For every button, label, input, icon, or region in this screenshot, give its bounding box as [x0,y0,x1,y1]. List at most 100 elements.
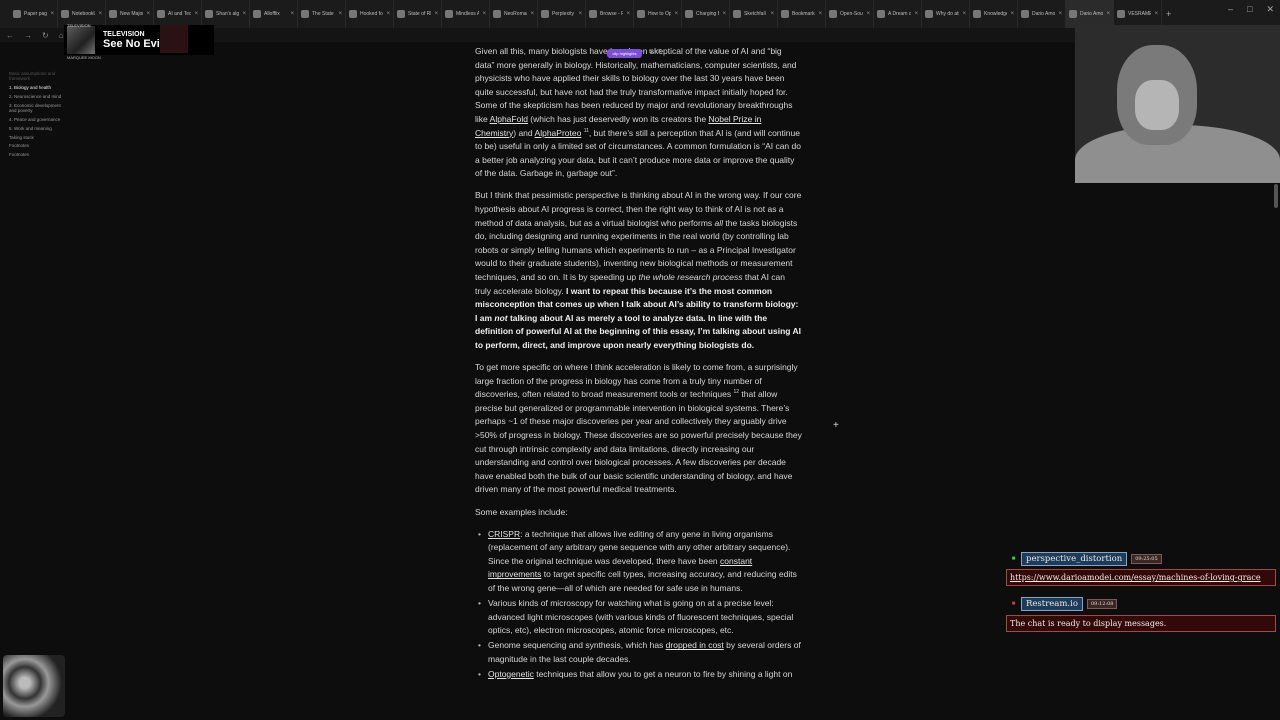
paragraph: Given all this, many biologists have lon… [475,45,803,181]
toc-item[interactable]: Basic assumptions and framework [9,71,69,82]
tab-close-icon[interactable]: × [50,11,54,17]
tab-close-icon[interactable]: × [1058,11,1062,17]
browser-tab[interactable]: A Dream of S× [874,0,922,28]
tab-favicon-icon [13,10,21,18]
tab-label: Hooked for al [360,11,383,17]
tab-favicon-icon [781,10,789,18]
browser-tab[interactable]: Knowledge G× [970,0,1018,28]
tab-label: How to Opti [648,11,672,17]
forward-icon[interactable]: → [24,31,32,40]
chat-username: perspective_distortion [1021,552,1128,566]
browser-tab[interactable]: Charging Bui× [682,0,730,28]
tab-close-icon[interactable]: × [530,11,534,17]
browser-tab[interactable]: Paper page -× [10,0,58,28]
browser-tab[interactable]: Bookmarks × [778,0,826,28]
browser-tab[interactable]: Mindless AI × [442,0,490,28]
tab-favicon-icon [253,10,261,18]
tab-close-icon[interactable]: × [194,11,198,17]
browser-tab[interactable]: How to Opti× [634,0,682,28]
tab-close-icon[interactable]: × [578,11,582,17]
browser-tab[interactable]: Dario Amodei× [1066,0,1114,28]
home-icon[interactable]: ⌂ [59,31,64,40]
tab-close-icon[interactable]: × [818,11,822,17]
text-run: ) and [513,127,535,138]
browser-tab[interactable]: New Major Tr× [106,0,154,28]
tab-label: Paper page - [24,11,48,17]
tab-close-icon[interactable]: × [386,11,390,17]
browser-tab[interactable]: Open-Source× [826,0,874,28]
tab-close-icon[interactable]: × [770,11,774,17]
browser-tab[interactable]: State of RL fo× [394,0,442,28]
toc-item[interactable]: Footnotes [9,143,69,149]
tab-close-icon[interactable]: × [722,11,726,17]
browser-tab[interactable]: VESRAME A× [1114,0,1162,28]
toc-item[interactable]: 2. Neuroscience and mind [9,94,69,100]
tab-favicon-icon [1069,10,1077,18]
toc-item[interactable]: Taking stock [9,135,69,141]
close-window-icon[interactable]: ✕ [1266,4,1274,15]
page-scrollbar[interactable] [1274,184,1278,208]
chat-username: Restream.io [1021,597,1083,611]
tab-label: Open-Source [840,11,863,17]
browser-tab[interactable]: AI and Techn× [154,0,202,28]
tab-favicon-icon [925,10,933,18]
tab-close-icon[interactable]: × [146,11,150,17]
tab-favicon-icon [877,10,885,18]
tab-label: NotebookLM [72,11,96,17]
toc-item[interactable]: Footnotes [9,152,69,158]
clip-highlight-button[interactable]: clip highlights [607,49,642,58]
tab-close-icon[interactable]: × [242,11,246,17]
link-alphaproteo[interactable]: AlphaProteo [535,128,582,138]
tab-close-icon[interactable]: × [482,11,486,17]
tab-close-icon[interactable]: × [290,11,294,17]
tab-close-icon[interactable]: × [866,11,870,17]
reload-icon[interactable]: ↻ [42,31,49,40]
paragraph: To get more specific on where I think ac… [475,361,803,497]
webcam-person-face [1135,80,1179,130]
tab-close-icon[interactable]: × [674,11,678,17]
browser-tab[interactable]: NeoRomant× [490,0,538,28]
chat-message-body[interactable]: https://www.darioamodei.com/essay/machin… [1006,569,1276,586]
tab-close-icon[interactable]: × [1154,11,1158,17]
toc-item[interactable]: 3. Economic development and poverty [9,103,69,114]
browser-tab[interactable]: Browse - Rich× [586,0,634,28]
browser-tab[interactable]: The State of A× [298,0,346,28]
browser-tab[interactable]: Allofflix × [250,0,298,28]
toc-item[interactable]: 5. Work and meaning [9,126,69,132]
maximize-icon[interactable]: □ [1247,4,1252,15]
toc-item-active[interactable]: 1. Biology and health [9,85,69,91]
chat-timestamp: 09:12:08 [1086,599,1118,609]
album-art-title: MARQUEE MOON [67,55,101,60]
tab-close-icon[interactable]: × [914,11,918,17]
tab-close-icon[interactable]: × [434,11,438,17]
link-optogenetic[interactable]: Optogenetic [488,669,534,679]
tab-close-icon[interactable]: × [338,11,342,17]
browser-tab[interactable]: Sketchfall on X× [730,0,778,28]
toc-item[interactable]: 4. Peace and governance [9,117,69,123]
tab-favicon-icon [301,10,309,18]
browser-tab[interactable]: Dario Amodei× [1018,0,1066,28]
browser-tab[interactable]: Perplexity - Tec× [538,0,586,28]
back-icon[interactable]: ← [6,31,14,40]
tab-close-icon[interactable]: × [626,11,630,17]
tab-close-icon[interactable]: × [98,11,102,17]
browser-tab[interactable]: Hooked for al× [346,0,394,28]
tab-close-icon[interactable]: × [1106,11,1110,17]
link-dropped-in-cost[interactable]: dropped in cost [666,640,724,650]
tab-close-icon[interactable]: × [962,11,966,17]
paragraph: Some examples include: [475,506,568,517]
minimize-icon[interactable]: – [1228,4,1233,15]
new-tab-icon[interactable]: + [1166,9,1171,19]
clip-toolbar[interactable]: ↕ ⧉ × ⎘ [645,49,662,55]
tab-close-icon[interactable]: × [1010,11,1014,17]
footnote-ref[interactable]: 12 [733,389,739,395]
browser-tab-strip: Paper page -×NotebookLM×New Major Tr×AI … [0,0,1280,28]
browser-tab[interactable]: Shan's algorit× [202,0,250,28]
text-run: Genome sequencing and synthesis, which h… [488,640,666,651]
browser-tab[interactable]: Why do atten× [922,0,970,28]
tab-favicon-icon [445,10,453,18]
link-alphafold[interactable]: AlphaFold [490,114,528,124]
examples-list: CRISPR: a technique that allows live edi… [478,528,803,682]
tab-label: Dario Amodei [1032,11,1056,17]
link-crispr[interactable]: CRISPR [488,529,520,539]
